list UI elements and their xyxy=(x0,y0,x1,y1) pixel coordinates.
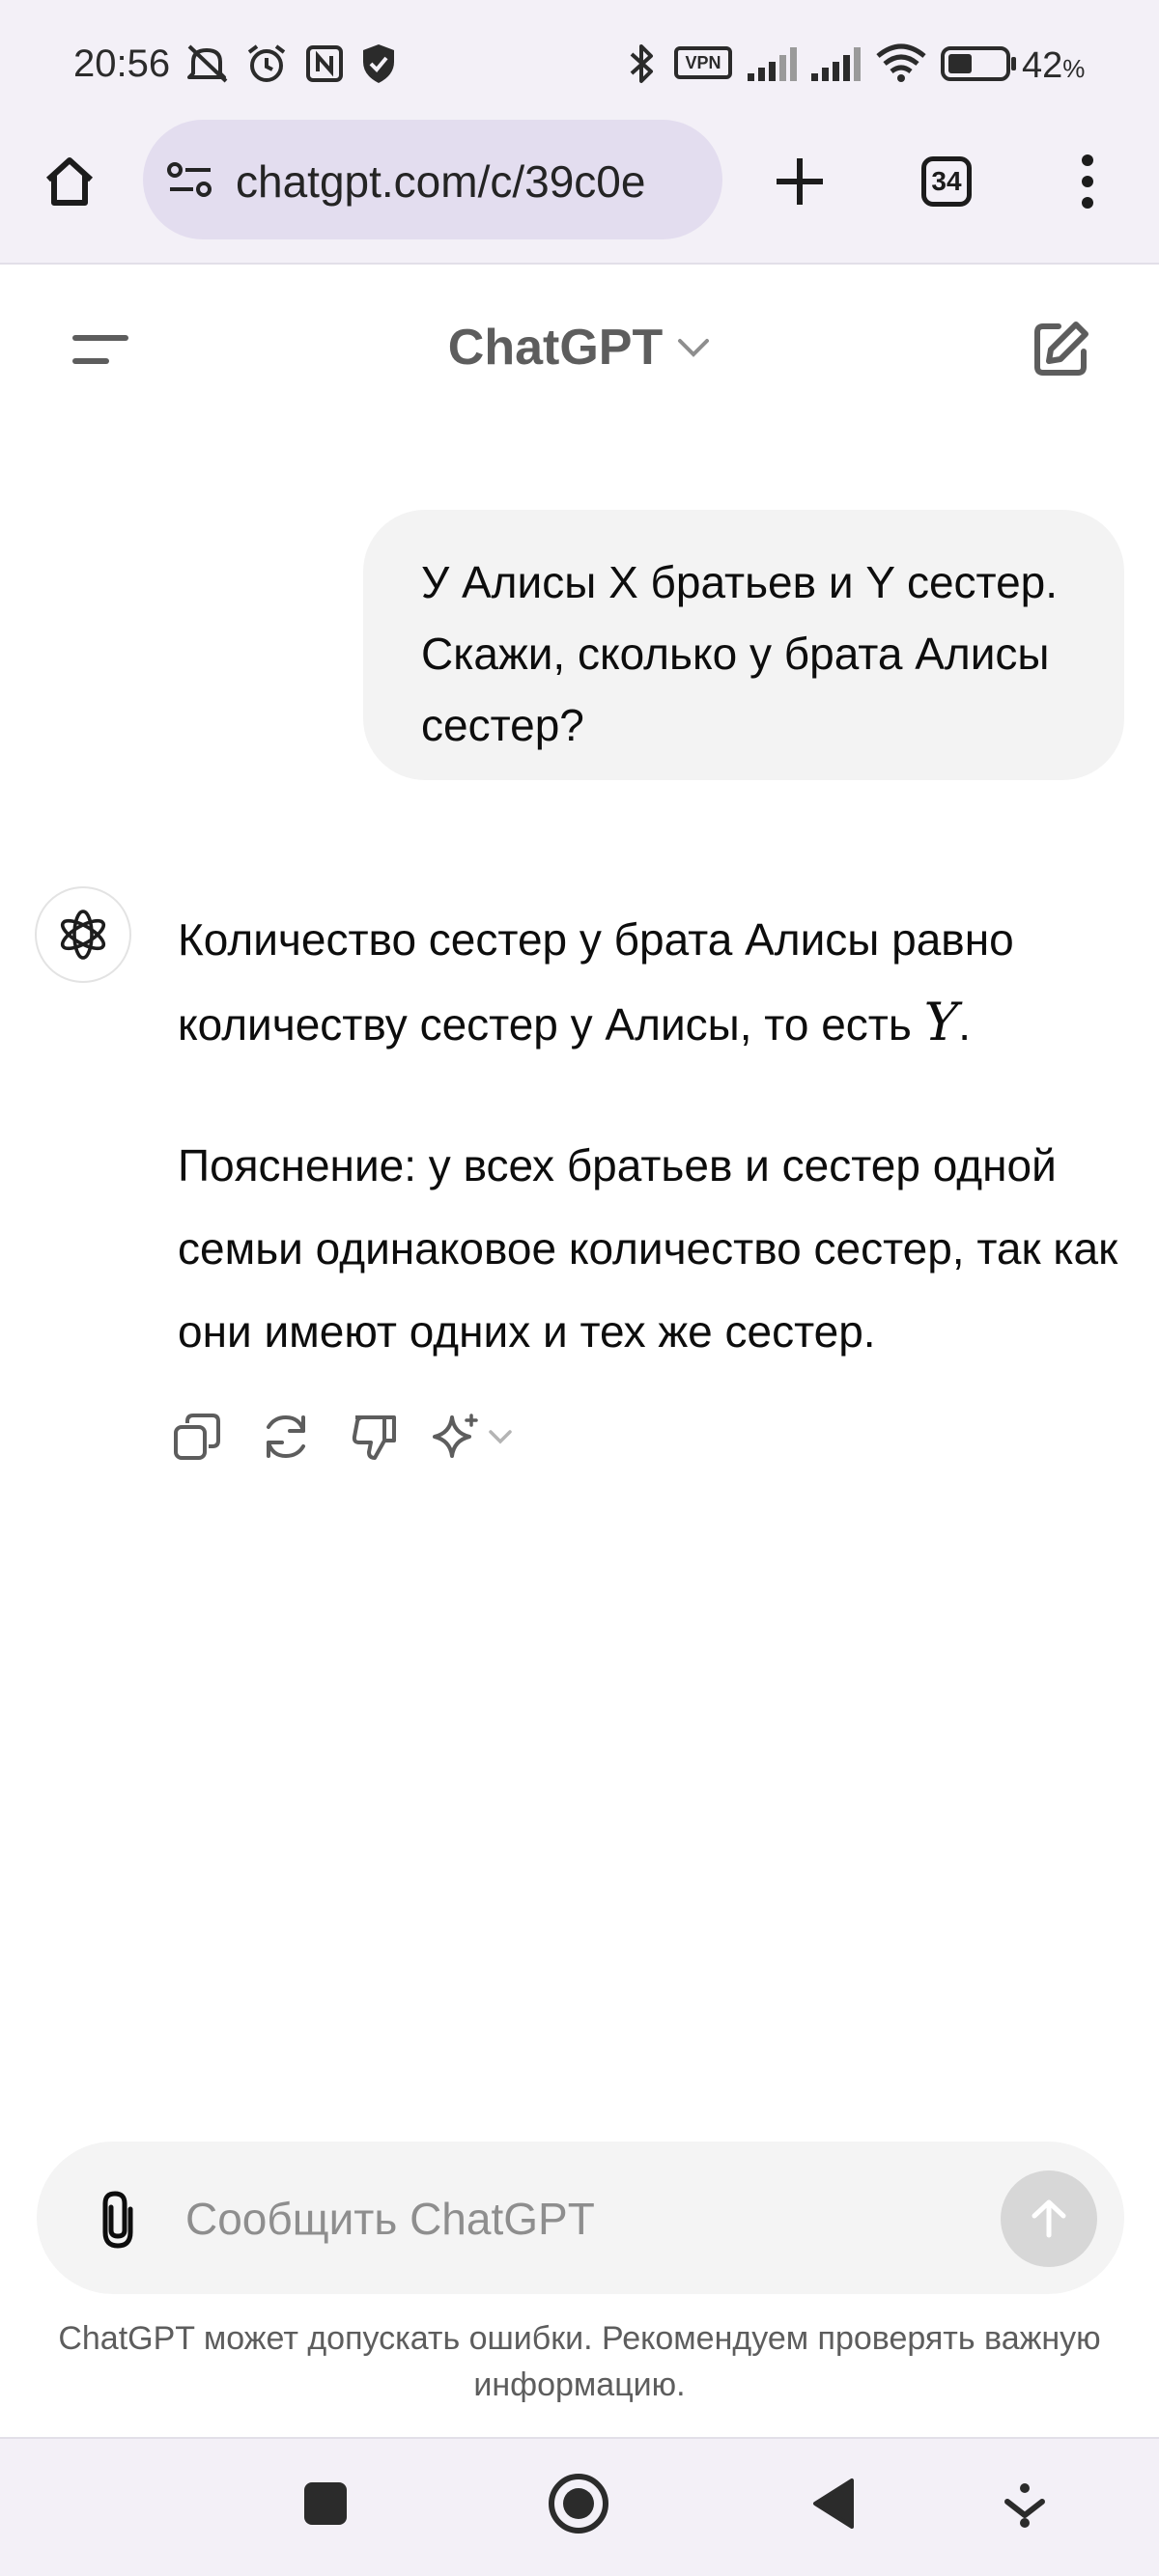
vpn-icon: VPN xyxy=(674,46,732,79)
back-button[interactable] xyxy=(790,2460,877,2547)
square-icon xyxy=(304,2482,347,2525)
assistant-paragraph: Пояснение: у всех братьев и сестер одной… xyxy=(178,1140,1118,1357)
assistant-paragraph: Количество сестер у брата Алисы равно ко… xyxy=(178,914,1014,1052)
menu-icon xyxy=(72,335,128,364)
bluetooth-icon xyxy=(630,44,653,83)
copy-button[interactable] xyxy=(166,1406,228,1468)
home-nav-button[interactable] xyxy=(535,2460,622,2547)
avatar xyxy=(35,886,131,983)
refresh-icon xyxy=(267,1414,305,1459)
shield-icon xyxy=(363,44,394,83)
sidebar-toggle-button[interactable] xyxy=(54,303,147,396)
more-vertical-icon xyxy=(1082,154,1093,209)
new-chat-button[interactable] xyxy=(1014,303,1107,396)
model-selector[interactable]: ChatGPT xyxy=(425,317,734,378)
circle-home-icon xyxy=(549,2474,608,2534)
user-message: У Алисы X братьев и Y сестер. Скажи, ско… xyxy=(363,510,1124,780)
home-icon xyxy=(45,157,94,206)
signal-icon xyxy=(811,47,861,81)
openai-logo-icon xyxy=(60,910,106,960)
paperclip-icon xyxy=(102,2191,133,2249)
browser-menu-button[interactable] xyxy=(1041,135,1134,228)
regenerate-button[interactable] xyxy=(255,1406,317,1468)
thumbs-down-icon xyxy=(352,1415,396,1460)
site-settings-icon[interactable] xyxy=(166,160,214,199)
chevron-down-icon xyxy=(489,1430,512,1444)
edit-icon xyxy=(1034,322,1088,376)
tab-switcher-button[interactable]: 34 xyxy=(900,135,993,228)
chevron-down-icon xyxy=(1004,2483,1045,2528)
wifi-icon xyxy=(876,43,926,82)
plus-icon xyxy=(777,158,823,205)
copy-icon xyxy=(174,1414,220,1460)
status-time: 20:56 xyxy=(73,42,171,85)
battery-percent: 42% xyxy=(1022,45,1086,86)
assistant-message: Количество сестер у брата Алисы равно ко… xyxy=(178,898,1134,1431)
model-switch-button[interactable] xyxy=(431,1406,518,1468)
status-bar: 20:56 VPN 42% xyxy=(0,0,1159,126)
url-text[interactable]: chatgpt.com/c/39c0e xyxy=(236,154,645,209)
nfc-icon xyxy=(306,45,343,82)
keyboard-hide-button[interactable] xyxy=(981,2460,1068,2547)
alarm-icon xyxy=(247,44,286,82)
sparkle-icon xyxy=(433,1414,478,1458)
back-triangle-icon xyxy=(813,2478,854,2529)
battery-icon xyxy=(941,46,1016,81)
message-input[interactable] xyxy=(184,2184,960,2254)
mute-icon xyxy=(187,44,228,83)
tab-count: 34 xyxy=(921,156,972,207)
attach-button[interactable] xyxy=(71,2172,164,2265)
chevron-down-icon xyxy=(678,339,710,357)
home-button[interactable] xyxy=(23,135,116,228)
send-button[interactable] xyxy=(1001,2170,1097,2267)
disclaimer: ChatGPT может допускать ошибки. Рекоменд… xyxy=(58,2320,1101,2403)
recents-button[interactable] xyxy=(282,2460,369,2547)
new-tab-button[interactable] xyxy=(753,135,846,228)
arrow-up-icon xyxy=(1032,2199,1066,2238)
thumbs-down-button[interactable] xyxy=(344,1406,406,1468)
app-title: ChatGPT xyxy=(447,320,664,376)
math-variable: Y xyxy=(923,992,959,1052)
signal-icon xyxy=(748,47,797,81)
